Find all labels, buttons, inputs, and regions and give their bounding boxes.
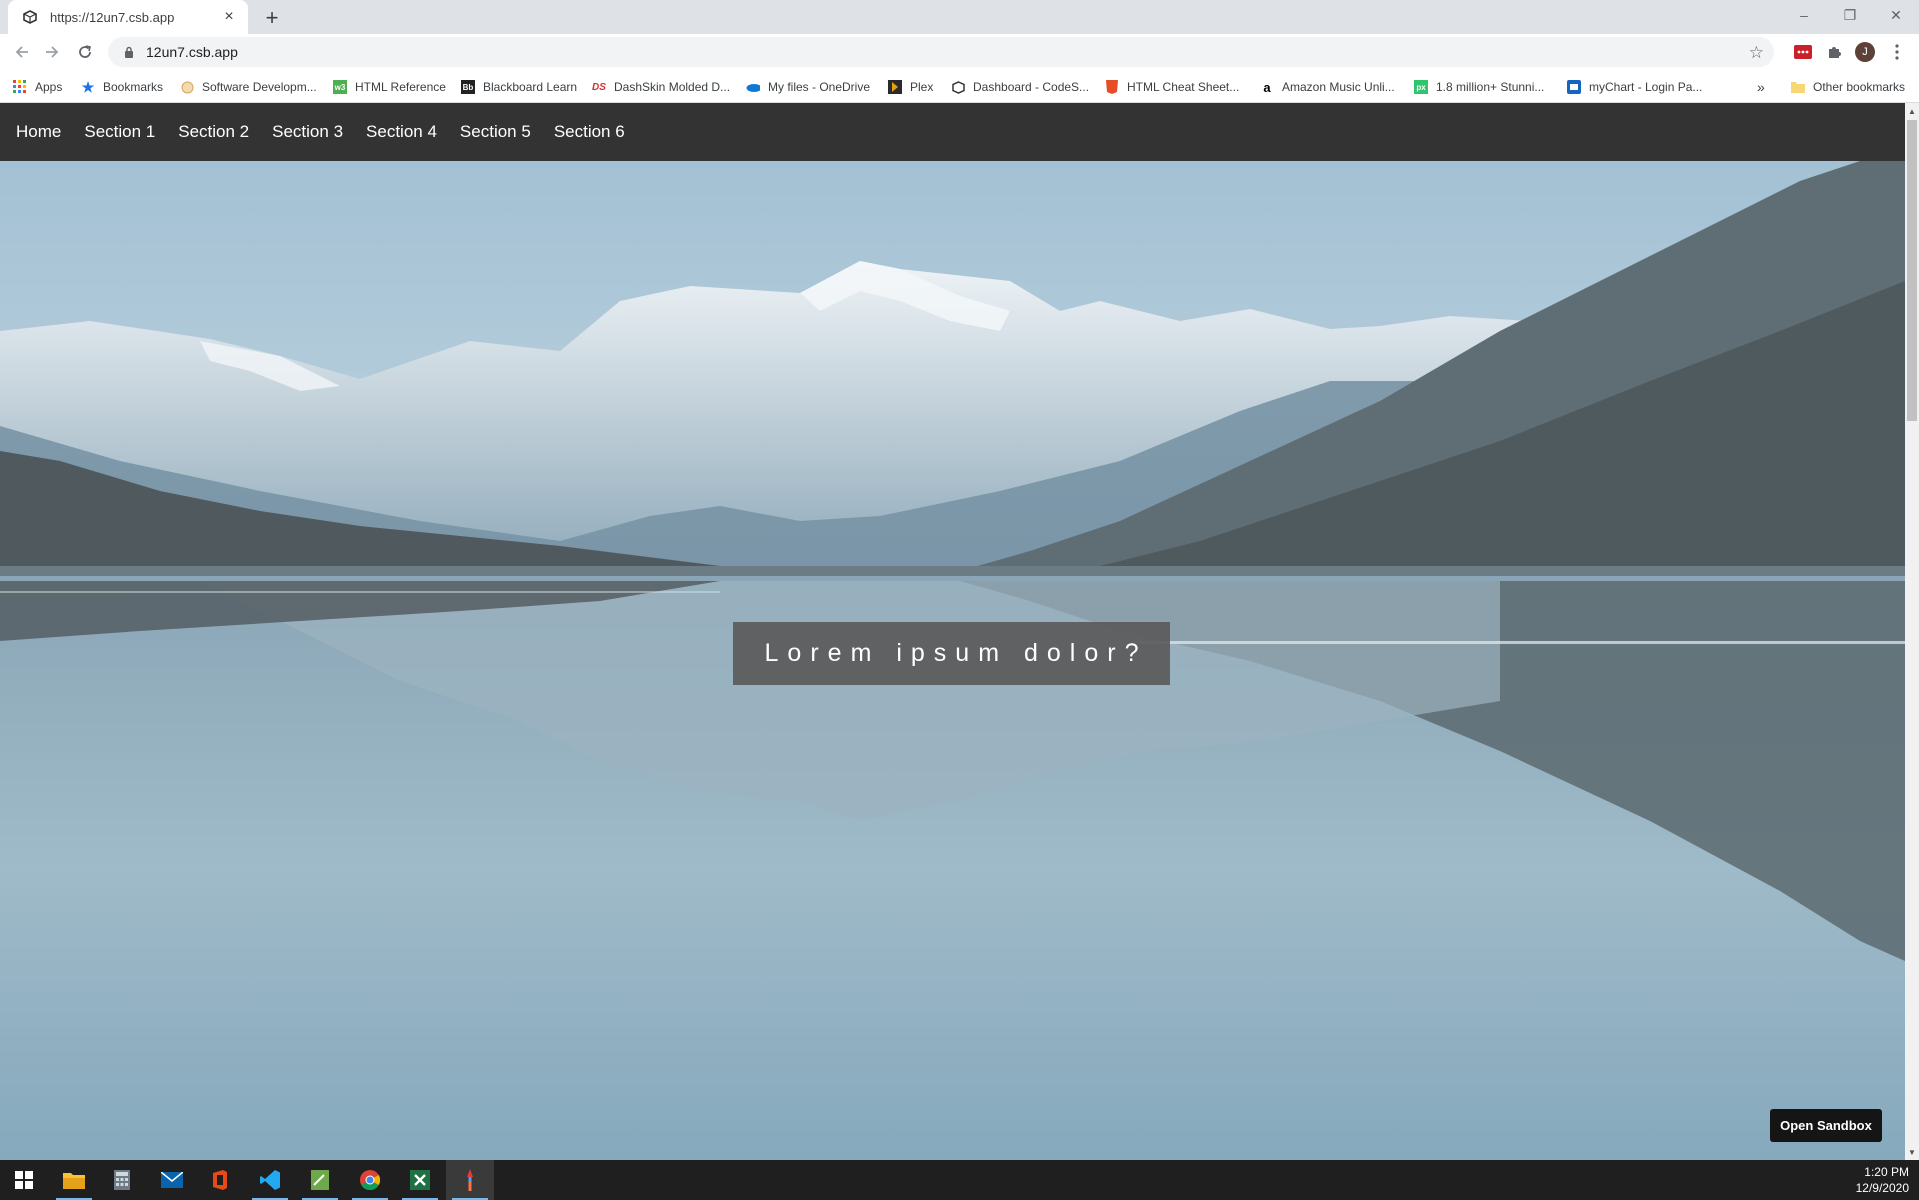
bookmark-onedrive[interactable]: My files - OneDrive <box>746 78 870 96</box>
nav-section-2[interactable]: Section 2 <box>168 122 259 142</box>
nav-section-3[interactable]: Section 3 <box>262 122 353 142</box>
nav-section-4[interactable]: Section 4 <box>356 122 447 142</box>
globe-icon <box>180 80 194 94</box>
bookmark-label: Bookmarks <box>103 80 164 94</box>
tab-title: https://12un7.csb.app <box>50 9 175 25</box>
plex-icon <box>888 80 902 94</box>
tab-close-icon[interactable]: × <box>220 8 238 26</box>
w3-icon: w3 <box>333 80 347 94</box>
scroll-down-icon[interactable]: ▼ <box>1905 1144 1919 1160</box>
bookmark-label: Apps <box>35 80 63 94</box>
paint-icon[interactable] <box>446 1160 494 1200</box>
bookmark-codesandbox[interactable]: Dashboard - CodeS... <box>951 78 1089 96</box>
bookmark-label: myChart - Login Pa... <box>1589 80 1703 94</box>
restore-button[interactable]: ❐ <box>1827 0 1873 30</box>
vscode-icon[interactable] <box>246 1160 294 1200</box>
onedrive-icon <box>746 80 760 94</box>
bookmark-label: HTML Reference <box>355 80 446 94</box>
system-clock[interactable]: 1:20 PM 12/9/2020 <box>1856 1164 1909 1196</box>
nav-section-1[interactable]: Section 1 <box>74 122 165 142</box>
bookmark-label: DashSkin Molded D... <box>614 80 731 94</box>
forward-arrow-icon <box>46 46 59 58</box>
scrollbar-thumb[interactable] <box>1907 120 1917 421</box>
page-scrollbar[interactable]: ▲ ▼ <box>1905 103 1919 1160</box>
clock-time: 1:20 PM <box>1864 1165 1909 1179</box>
bookmark-apps[interactable]: Apps <box>13 78 62 96</box>
browser-tab[interactable]: https://12un7.csb.app × <box>8 0 248 34</box>
back-arrow-icon <box>15 46 28 58</box>
windows-taskbar: 1:20 PM 12/9/2020 <box>0 1160 1919 1200</box>
bookmark-label: My files - OneDrive <box>768 80 871 94</box>
bookmark-html-cheat-sheet[interactable]: HTML Cheat Sheet... <box>1105 78 1239 96</box>
bookmark-label: Amazon Music Unli... <box>1282 80 1395 94</box>
apps-grid-icon <box>13 80 27 94</box>
bookmark-html-reference[interactable]: w3 HTML Reference <box>333 78 446 96</box>
bookmark-label: Dashboard - CodeS... <box>973 80 1090 94</box>
clock-date: 12/9/2020 <box>1855 1181 1909 1195</box>
bookmark-software-development[interactable]: Software Developm... <box>180 78 317 96</box>
hero-background-image: Lorem ipsum dolor? Open Sandbox <box>0 161 1905 1160</box>
blackboard-icon: Bb <box>461 80 475 94</box>
close-window-button[interactable]: ✕ <box>1873 0 1919 30</box>
menu-kebab-icon[interactable] <box>1887 42 1907 62</box>
dashskin-icon: DS <box>592 81 606 93</box>
amazon-icon: a <box>1263 79 1271 95</box>
forward-button[interactable] <box>38 38 66 66</box>
url-text: 12un7.csb.app <box>146 44 238 60</box>
page-viewport: Home Section 1 Section 2 Section 3 Secti… <box>0 103 1905 1160</box>
hero-headline: Lorem ipsum dolor? <box>733 622 1170 685</box>
bookmark-blackboard[interactable]: Bb Blackboard Learn <box>461 78 577 96</box>
bookmarks-overflow-button[interactable]: » <box>1757 78 1765 96</box>
file-explorer-icon[interactable] <box>50 1160 98 1200</box>
mail-icon[interactable] <box>148 1160 196 1200</box>
new-tab-button[interactable]: + <box>258 4 286 32</box>
mychart-icon <box>1567 80 1581 94</box>
bookmark-label: Software Developm... <box>202 80 317 94</box>
html5-icon <box>1105 80 1119 94</box>
avatar-letter: J <box>1862 46 1868 58</box>
nav-section-6[interactable]: Section 6 <box>544 122 635 142</box>
folder-icon <box>1791 80 1805 94</box>
codesandbox-icon <box>951 80 965 94</box>
tab-strip: https://12un7.csb.app × + – ❐ ✕ <box>0 0 1919 34</box>
reload-icon <box>79 45 91 58</box>
bookmark-label: 1.8 million+ Stunni... <box>1436 80 1545 94</box>
bookmark-bookmarks[interactable]: ★ Bookmarks <box>81 78 163 96</box>
bookmarks-bar: Apps ★ Bookmarks Software Developm... w3… <box>0 70 1919 103</box>
notepad-icon[interactable] <box>296 1160 344 1200</box>
open-sandbox-button[interactable]: Open Sandbox <box>1770 1109 1882 1142</box>
address-bar[interactable]: 12un7.csb.app ☆ <box>108 37 1774 67</box>
back-button[interactable] <box>8 38 36 66</box>
scroll-up-icon[interactable]: ▲ <box>1905 103 1919 119</box>
bookmark-star-icon[interactable]: ☆ <box>1749 43 1764 63</box>
bookmark-amazon-music[interactable]: a Amazon Music Unli... <box>1260 78 1395 96</box>
chrome-icon[interactable] <box>346 1160 394 1200</box>
nav-section-5[interactable]: Section 5 <box>450 122 541 142</box>
pixabay-icon: px <box>1414 80 1428 94</box>
office-icon[interactable] <box>196 1160 244 1200</box>
star-icon: ★ <box>81 78 95 95</box>
bookmark-label: Other bookmarks <box>1813 80 1906 94</box>
site-navigation: Home Section 1 Section 2 Section 3 Secti… <box>0 103 1905 161</box>
calculator-icon[interactable] <box>98 1160 146 1200</box>
windows-start-icon[interactable] <box>0 1160 48 1200</box>
extensions-puzzle-icon[interactable] <box>1824 42 1844 62</box>
other-bookmarks-folder[interactable]: Other bookmarks <box>1791 78 1905 96</box>
nav-home[interactable]: Home <box>6 122 71 142</box>
codesandbox-favicon-icon <box>22 9 38 25</box>
lock-icon <box>122 45 136 59</box>
bookmark-mychart[interactable]: myChart - Login Pa... <box>1567 78 1702 96</box>
excel-icon[interactable] <box>396 1160 444 1200</box>
bookmark-dashskin[interactable]: DS DashSkin Molded D... <box>592 78 730 96</box>
bookmark-plex[interactable]: Plex <box>888 78 933 96</box>
bookmark-pixabay[interactable]: px 1.8 million+ Stunni... <box>1414 78 1544 96</box>
bookmark-label: Blackboard Learn <box>483 80 578 94</box>
browser-toolbar: 12un7.csb.app ☆ J <box>0 34 1919 70</box>
minimize-button[interactable]: – <box>1781 0 1827 30</box>
bookmark-label: Plex <box>910 80 934 94</box>
reload-button[interactable] <box>71 38 99 66</box>
profile-avatar[interactable]: J <box>1855 42 1875 62</box>
bookmark-label: HTML Cheat Sheet... <box>1127 80 1240 94</box>
lastpass-extension-icon[interactable] <box>1793 42 1813 62</box>
